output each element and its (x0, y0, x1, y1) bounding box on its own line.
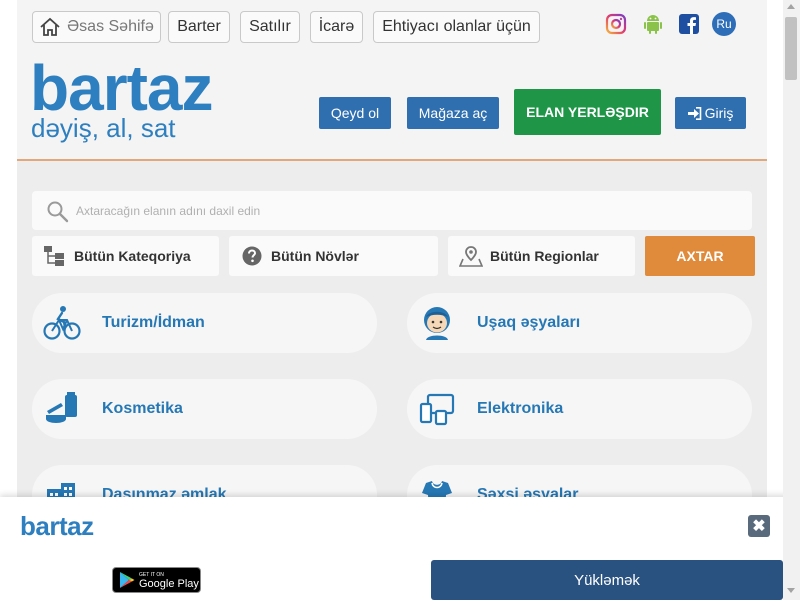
open-store-button[interactable]: Mağaza aç (407, 97, 499, 129)
facebook-icon[interactable] (677, 12, 701, 36)
category-card[interactable]: Turizm/İdman (32, 293, 377, 353)
home-icon (40, 17, 60, 36)
scroll-down-icon[interactable] (787, 588, 795, 593)
scrollbar-thumb[interactable] (785, 17, 797, 80)
category-label: Elektronika (477, 400, 564, 417)
category-label: Turizm/İdman (102, 314, 205, 331)
category-card[interactable]: Kosmetika (32, 379, 377, 439)
cosmetics-icon (42, 389, 82, 429)
close-banner-button[interactable]: ✖ (748, 515, 770, 537)
category-label: Kosmetika (102, 400, 183, 417)
category-card[interactable]: Elektronika (407, 379, 752, 439)
map-pin-icon (458, 245, 484, 267)
region-filter-label: Bütün Regionlar (490, 248, 599, 264)
login-label: Giriş (704, 105, 734, 121)
site-logo[interactable]: bartaz (30, 56, 213, 120)
android-icon[interactable] (641, 12, 665, 36)
instagram-icon[interactable] (604, 12, 628, 36)
google-play-icon (120, 572, 135, 588)
nav-needy-button[interactable]: Ehtiyacı olanlar üçün (373, 11, 540, 43)
region-filter[interactable]: Bütün Regionlar (448, 236, 635, 276)
vertical-scrollbar[interactable] (783, 0, 800, 600)
nav-home-button[interactable]: Əsas Səhifə (32, 11, 161, 43)
search-button[interactable]: AXTAR (645, 236, 755, 276)
type-filter[interactable]: Bütün Növlər (229, 236, 438, 276)
login-icon (687, 106, 701, 120)
post-ad-button[interactable]: ELAN YERLƏŞDIR (514, 89, 661, 135)
bicycle-icon (42, 303, 82, 343)
google-play-badge[interactable]: GET IT ON Google Play (112, 567, 201, 593)
download-button[interactable]: Yükləmək (431, 560, 783, 600)
category-label: Uşaq əşyaları (477, 314, 581, 331)
register-button[interactable]: Qeyd ol (319, 97, 391, 129)
category-card[interactable]: Uşaq əşyaları (407, 293, 752, 353)
type-filter-label: Bütün Növlər (271, 248, 359, 264)
google-play-big: Google Play (139, 578, 199, 590)
login-button[interactable]: Giriş (675, 97, 746, 129)
search-input[interactable] (76, 191, 736, 230)
search-icon (47, 201, 69, 223)
google-play-text: GET IT ON Google Play (139, 571, 199, 590)
nav-sale-button[interactable]: Satılır (240, 11, 300, 43)
category-filter[interactable]: Bütün Kateqoriya (32, 236, 219, 276)
category-filter-label: Bütün Kateqoriya (74, 248, 191, 264)
banner-logo: bartaz (20, 511, 94, 541)
top-nav-bar: Əsas Səhifə Barter Satılır İcarə Ehtiyac… (17, 0, 767, 52)
search-box (32, 191, 752, 230)
site-tagline: dəyiş, al, sat (31, 113, 176, 143)
electronics-icon (417, 389, 457, 429)
child-icon (417, 303, 457, 343)
nav-home-label: Əsas Səhifə (67, 18, 154, 35)
question-icon (239, 245, 265, 267)
app-download-banner: bartaz ✖ GET IT ON Google Play Yükləmək (0, 497, 800, 600)
category-tree-icon (42, 245, 68, 267)
language-switch[interactable]: Ru (712, 12, 736, 36)
nav-barter-button[interactable]: Barter (168, 11, 230, 43)
close-icon: ✖ (752, 518, 766, 535)
scroll-up-icon[interactable] (787, 4, 795, 9)
site-header: bartaz dəyiş, al, sat Qeyd ol Mağaza aç … (17, 52, 767, 161)
nav-rent-button[interactable]: İcarə (310, 11, 363, 43)
